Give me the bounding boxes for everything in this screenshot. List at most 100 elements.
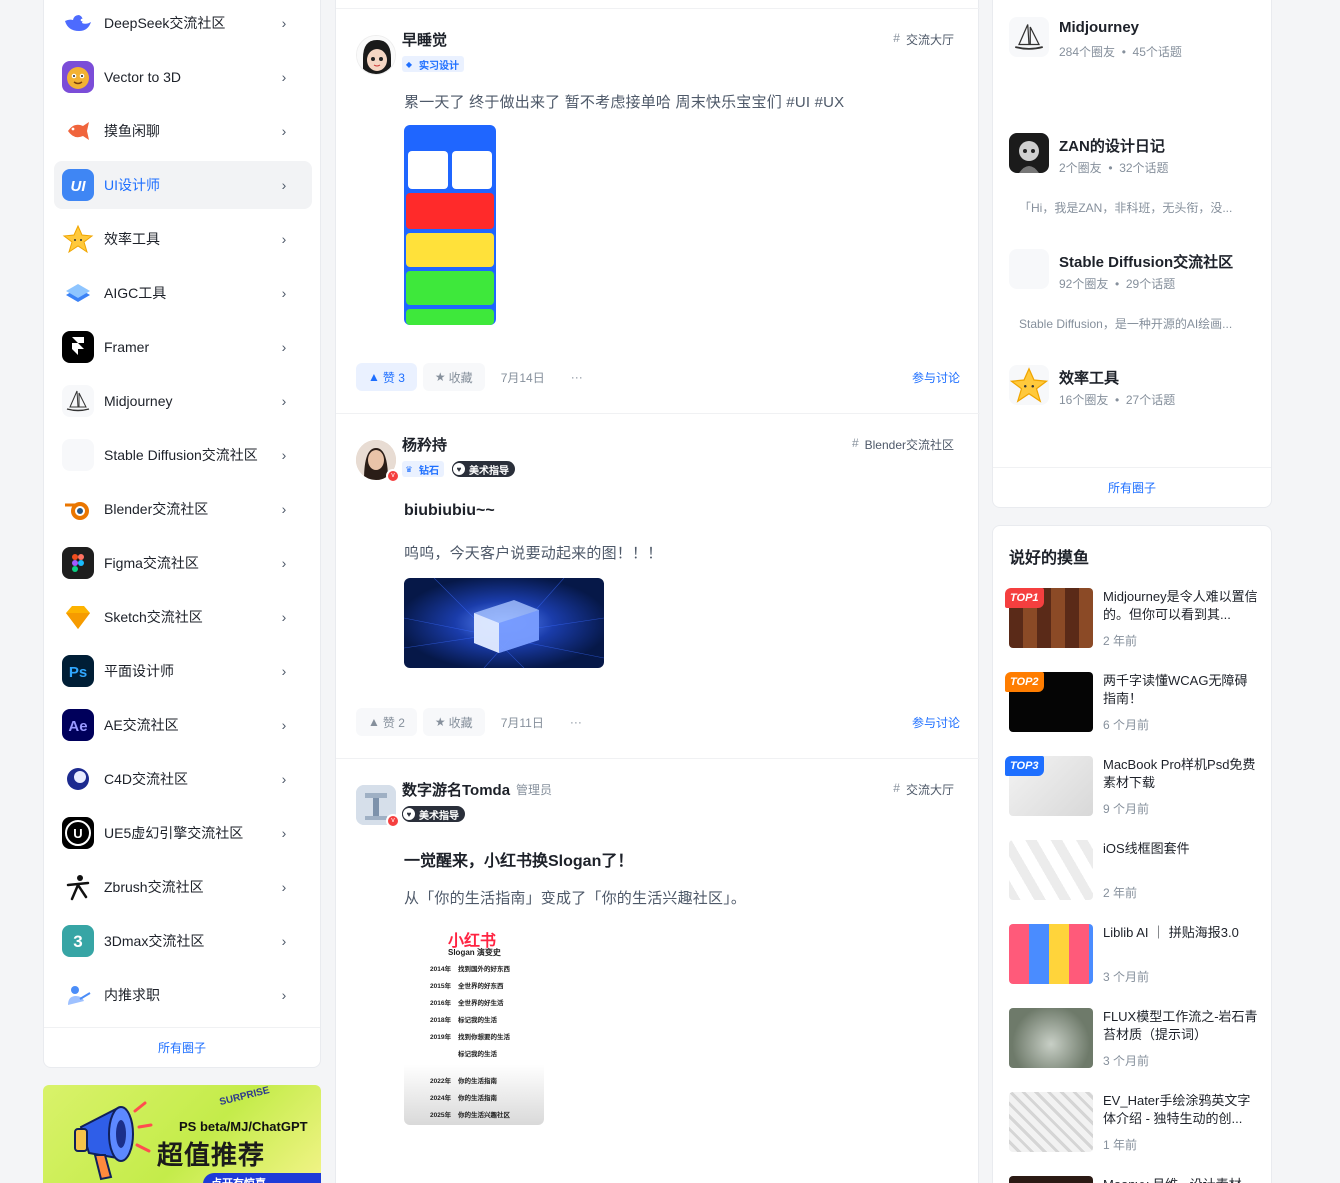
sidebar-item[interactable]: Stable Diffusion交流社区 › — [54, 431, 312, 479]
sketch-diamond-icon — [62, 601, 94, 633]
discuss-link[interactable]: 参与讨论 — [912, 714, 960, 731]
hot-post-item[interactable]: EV_Hater手绘涂鸦英文字体介绍 - 独特生动的创... 1 年前 — [1009, 1092, 1259, 1154]
avatar[interactable] — [356, 35, 396, 75]
like-button[interactable]: ▲ 赞 3 — [356, 363, 417, 391]
post-text: 累一天了 终于做出来了 暂不考虑接单哈 周末快乐宝宝们 #UI #UX — [404, 94, 845, 111]
sidebar-item-label: Figma交流社区 — [104, 555, 199, 571]
circle-description: 「Hi，我是ZAN，非科班，无头衔，没... — [1019, 201, 1233, 215]
sidebar-item[interactable]: C4D交流社区 › — [54, 755, 312, 803]
rank-badge: TOP2 — [1005, 672, 1044, 692]
post-image[interactable] — [404, 578, 604, 668]
post-title[interactable]: 一觉醒来，小红书换Slogan了！ — [404, 847, 633, 871]
all-circles-link[interactable]: 所有圈子 — [44, 1027, 320, 1067]
sidebar-item[interactable]: Sketch交流社区 › — [54, 593, 312, 641]
chevron-right-icon: › — [281, 123, 287, 139]
hot-post-item[interactable]: FLUX模型工作流之-岩石青苔材质（提示词） 3 个月前 — [1009, 1008, 1259, 1070]
sidebar-item[interactable]: Framer › — [54, 323, 312, 371]
post-image[interactable]: 小红书 Slogan 演变史 2014年 找到国外的好东西 2015年 全世界的好东西… — [404, 923, 544, 1125]
chevron-right-icon: › — [281, 933, 287, 949]
sidebar-item[interactable]: DeepSeek交流社区 › — [54, 0, 312, 47]
sidebar-item[interactable]: Ae AE交流社区 › — [54, 701, 312, 749]
badge-text: 美术指导 — [469, 465, 509, 477]
post-date: 7月11日 — [500, 715, 544, 730]
admin-label: 管理员 — [516, 783, 553, 797]
sidebar-item-label: AE交流社区 — [104, 717, 179, 733]
discuss-link[interactable]: 参与讨论 — [912, 369, 960, 386]
sidebar-item-label: 内推求职 — [104, 987, 160, 1003]
post-card: 早睡觉 ◆ 实习设计 # 交流大厅 累一天了 终于做出来了 暂不考虑接单哈 周末快乐… — [336, 8, 980, 413]
author-name[interactable]: 杨矜持 — [402, 434, 447, 455]
chevron-right-icon: › — [281, 825, 287, 841]
post-card: v 杨矜持 ♛ 钻石 ♥ 美术指导 # Blender交流社区 biubiubiu~~… — [336, 413, 980, 758]
slogan-text: 全世界的好东西 — [458, 983, 504, 990]
sidebar-item[interactable]: Ps 平面设计师 › — [54, 647, 312, 695]
slogan-row: 2024年 你的生活指南 — [430, 1092, 497, 1102]
slogan-row: 2014年 找到国外的好东西 — [430, 963, 510, 973]
hot-post-item[interactable]: Liblib AI ｜ 拼贴海报3.0 3 个月前 — [1009, 924, 1259, 986]
sidebar-item[interactable]: 3 3Dmax交流社区 › — [54, 917, 312, 965]
circle-card[interactable]: ZAN的设计日记 2个圈友 • 32个话题 「Hi，我是ZAN，非科班，无头衔，没.… — [1009, 133, 1259, 223]
ios-wireframe-thumb — [1009, 840, 1093, 900]
chevron-right-icon: › — [281, 879, 287, 895]
author-name[interactable]: 数字游名Tomda — [402, 779, 510, 800]
circle-tag[interactable]: # 交流大厅 — [893, 781, 954, 798]
promo-banner[interactable]: SURPRISE PS beta/MJ/ChatGPT 超值推荐 点开有惊喜 — [43, 1085, 321, 1183]
feed: 早睡觉 ◆ 实习设计 # 交流大厅 累一天了 终于做出来了 暂不考虑接单哈 周末快乐… — [335, 0, 980, 1183]
unreal-engine-icon: U — [62, 817, 94, 849]
circle-card[interactable]: Midjourney 284个圈友 • 45个话题 — [1009, 17, 1259, 107]
more-button[interactable]: ··· — [560, 708, 592, 736]
slogan-text: 找到国外的好东西 — [458, 966, 510, 973]
all-circles-link[interactable]: 所有圈子 — [993, 467, 1271, 507]
circle-name: 交流大厅 — [905, 33, 954, 47]
circle-card[interactable]: 效率工具 16个圈友 • 27个话题 — [1009, 365, 1259, 455]
hot-post-item[interactable]: iOS线框图套件 2 年前 — [1009, 840, 1259, 902]
chevron-right-icon: › — [281, 609, 287, 625]
author-name[interactable]: 早睡觉 — [402, 29, 447, 50]
sidebar-item[interactable]: UI UI设计师 › — [54, 161, 312, 209]
stable-diffusion-icon — [1009, 249, 1049, 289]
art-guide-icon: ♥ — [402, 807, 416, 821]
hot-post-item[interactable]: Moonvy 月维 - 设计素材... — [1009, 1176, 1259, 1183]
sidebar-item-label: DeepSeek交流社区 — [104, 15, 226, 31]
sidebar-item[interactable]: 摸鱼闲聊 › — [54, 107, 312, 155]
hot-post-item[interactable]: TOP3 MacBook Pro样机Psd免费素材下载 9 个月前 — [1005, 756, 1259, 818]
favorite-button[interactable]: ★ 收藏 — [422, 363, 485, 391]
sidebar-item[interactable]: Midjourney › — [54, 377, 312, 425]
sidebar-item-label: AIGC工具 — [104, 285, 167, 301]
circle-card[interactable]: Stable Diffusion交流社区 92个圈友 • 29个话题 Stable … — [1009, 249, 1259, 339]
slogan-text: 标记我的生活 — [458, 1017, 497, 1024]
hot-post-item[interactable]: TOP1 Midjourney是令人难以置信的。但你可以看到其... 2 年前 — [1005, 588, 1259, 650]
sidebar-item-label: C4D交流社区 — [104, 771, 189, 787]
sidebar-item[interactable]: Vector to 3D › — [54, 53, 312, 101]
hot-post-title: 两千字读懂WCAG无障碍指南！ — [1103, 673, 1248, 706]
3dmax-icon: 3 — [62, 925, 94, 957]
circle-stats: 284个圈友 • 45个话题 — [1059, 45, 1182, 59]
like-button[interactable]: ▲ 赞 2 — [356, 708, 417, 736]
sidebar-item[interactable]: U UE5虚幻引擎交流社区 › — [54, 809, 312, 857]
sidebar-item[interactable]: 效率工具 › — [54, 215, 312, 263]
sidebar-item-label: 效率工具 — [104, 231, 160, 247]
level-badge: ◆ 实习设计 — [402, 56, 464, 72]
sidebar-item[interactable]: Zbrush交流社区 › — [54, 863, 312, 911]
slogan-row: 2016年 全世界的好生活 — [430, 997, 504, 1007]
moss-rock-thumb — [1009, 1008, 1093, 1068]
sidebar-item[interactable]: 内推求职 › — [54, 971, 312, 1019]
circle-tag[interactable]: # 交流大厅 — [893, 31, 954, 48]
sidebar-item[interactable]: Blender交流社区 › — [54, 485, 312, 533]
favorite-button[interactable]: ★ 收藏 — [422, 708, 485, 736]
hot-post-item[interactable]: TOP2 两千字读懂WCAG无障碍指南！ 6 个月前 — [1005, 672, 1259, 734]
banner-cta[interactable]: 点开有惊喜 — [203, 1173, 321, 1183]
circle-name: Midjourney — [1059, 19, 1140, 36]
sidebar-item[interactable]: AIGC工具 › — [54, 269, 312, 317]
more-button[interactable]: ··· — [561, 363, 593, 391]
hot-post-title: FLUX模型工作流之-岩石青苔材质（提示词） — [1103, 1009, 1258, 1042]
ui-designer-icon: UI — [62, 169, 94, 201]
photoshop-icon: Ps — [62, 655, 94, 687]
slogan-year: 2014年 — [430, 966, 451, 973]
figma-icon — [62, 547, 94, 579]
post-image[interactable] — [404, 125, 496, 325]
circle-tag[interactable]: # Blender交流社区 — [852, 436, 954, 453]
hot-posts-title: 说好的摸鱼 — [1009, 550, 1090, 567]
sidebar-item[interactable]: Figma交流社区 › — [54, 539, 312, 587]
post-title[interactable]: biubiubiu~~ — [404, 502, 495, 520]
